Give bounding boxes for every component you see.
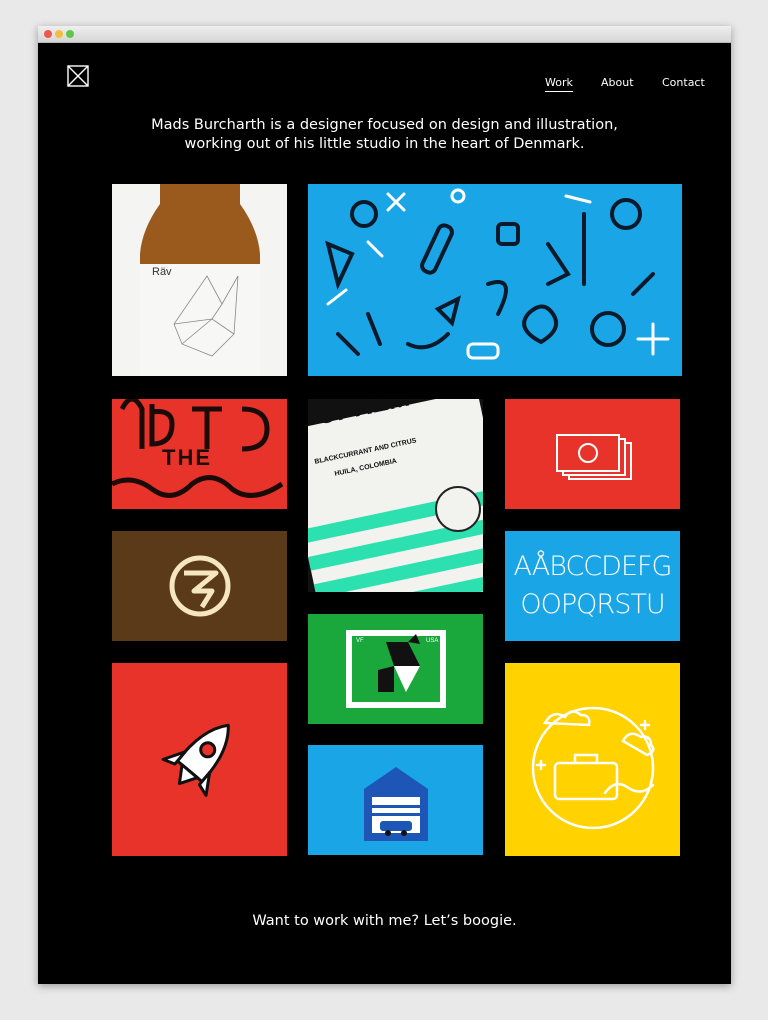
project-tile-stamp[interactable]: VF USA [308, 614, 483, 724]
stamp-left-text: VF [356, 638, 364, 644]
site-logo-icon[interactable] [66, 64, 90, 88]
intro-line-1: Mads Burcharth is a designer focused on … [151, 117, 618, 133]
typography-word: THE [162, 445, 212, 470]
project-tile-garage[interactable] [308, 745, 483, 855]
project-tile-money-icon[interactable] [505, 399, 680, 509]
project-tile-logo-mark[interactable] [112, 531, 287, 641]
project-tile-travel-illustration[interactable] [505, 663, 680, 856]
nav-contact-link[interactable]: Contact [662, 76, 705, 89]
footer-cta[interactable]: Want to work with me? Let’s boogie. [38, 913, 731, 929]
intro-text: Mads Burcharth is a designer focused on … [38, 116, 731, 154]
alphabet-line-2: OOPQRSTU [520, 589, 665, 620]
browser-titlebar [38, 26, 731, 43]
project-tile-alphabet[interactable]: AÅBCCDEFG OOPQRSTU [505, 531, 680, 641]
intro-line-2: working out of his little studio in the … [184, 136, 585, 152]
beer-label-text: Räv [152, 266, 172, 278]
nav-work-link[interactable]: Work [545, 76, 573, 92]
project-tile-rocket[interactable] [112, 663, 287, 856]
stamp-right-text: USA [426, 638, 439, 644]
project-tile-coffee-packaging[interactable]: UPREM BLACKCURRANT AND CITRUS HUILA, COL… [308, 399, 483, 592]
project-tile-typography[interactable]: THE [112, 399, 287, 509]
minimize-window-button[interactable] [55, 30, 63, 38]
alphabet-line-1: AÅBCCDEFG [513, 551, 673, 582]
project-tile-icon-pattern[interactable] [308, 184, 682, 376]
browser-window: Work About Contact Mads Burcharth is a d… [38, 26, 731, 984]
close-window-button[interactable] [44, 30, 52, 38]
project-tile-beer-bottle[interactable]: Räv [112, 184, 287, 376]
maximize-window-button[interactable] [66, 30, 74, 38]
nav-about-link[interactable]: About [601, 76, 634, 89]
